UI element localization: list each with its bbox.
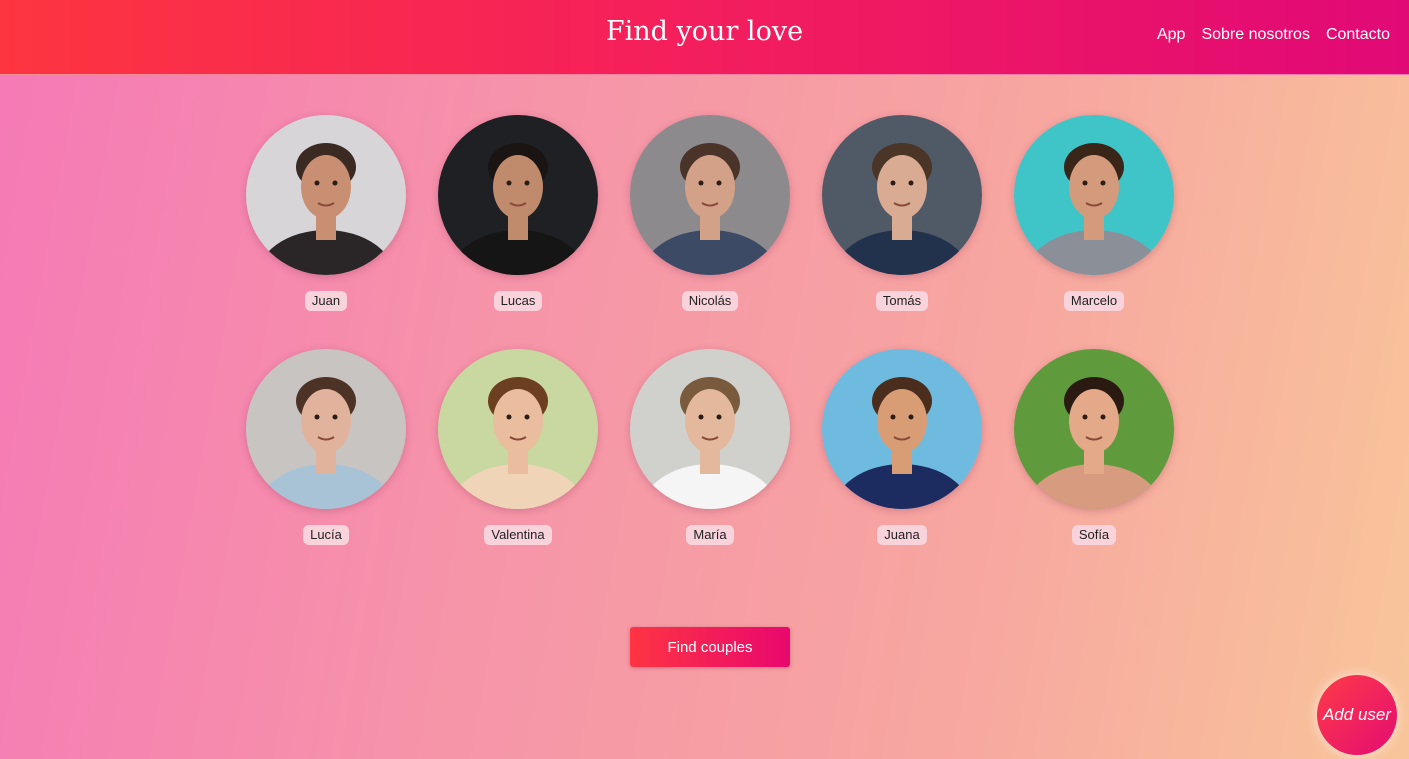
top-navbar: Find your love App Sobre nosotros Contac… — [0, 0, 1409, 75]
profile-photo[interactable] — [630, 349, 790, 509]
add-user-button[interactable]: Add user — [1317, 675, 1397, 755]
profile-name: Juana — [877, 525, 927, 545]
profile-name: Tomás — [875, 291, 929, 311]
profile-name: Valentina — [484, 525, 552, 545]
profile-card[interactable]: Sofía — [1014, 349, 1174, 545]
profile-photo[interactable] — [630, 115, 790, 275]
profile-card[interactable]: Valentina — [438, 349, 598, 545]
profile-photo[interactable] — [438, 115, 598, 275]
find-couples-button[interactable]: Find couples — [630, 627, 790, 667]
profile-card[interactable]: María — [630, 349, 790, 545]
main-nav: App Sobre nosotros Contacto — [1157, 26, 1390, 44]
profile-name: Lucía — [303, 525, 349, 545]
profile-photo[interactable] — [438, 349, 598, 509]
profile-photo[interactable] — [246, 115, 406, 275]
profile-name: Nicolás — [681, 291, 739, 311]
profile-photo[interactable] — [246, 349, 406, 509]
profile-card[interactable]: Lucía — [246, 349, 406, 545]
profile-card[interactable]: Lucas — [438, 115, 598, 311]
nav-link-app[interactable]: App — [1157, 26, 1185, 44]
profile-grid: Juan Lucas Nicolás Tomás Marcelo Lucía Valenti… — [246, 115, 1174, 545]
profile-card[interactable]: Marcelo — [1014, 115, 1174, 311]
profile-name: Marcelo — [1063, 291, 1125, 311]
profile-photo[interactable] — [822, 115, 982, 275]
profile-card[interactable]: Juana — [822, 349, 982, 545]
profile-name: Lucas — [493, 291, 543, 311]
profile-card[interactable]: Tomás — [822, 115, 982, 311]
nav-link-contacto[interactable]: Contacto — [1326, 26, 1390, 44]
profile-name: María — [686, 525, 734, 545]
profile-card[interactable]: Nicolás — [630, 115, 790, 311]
profile-photo[interactable] — [822, 349, 982, 509]
profile-name: Juan — [304, 291, 348, 311]
nav-link-sobre-nosotros[interactable]: Sobre nosotros — [1201, 26, 1310, 44]
profile-name: Sofía — [1071, 525, 1117, 545]
profile-card[interactable]: Juan — [246, 115, 406, 311]
profile-photo[interactable] — [1014, 349, 1174, 509]
profile-photo[interactable] — [1014, 115, 1174, 275]
